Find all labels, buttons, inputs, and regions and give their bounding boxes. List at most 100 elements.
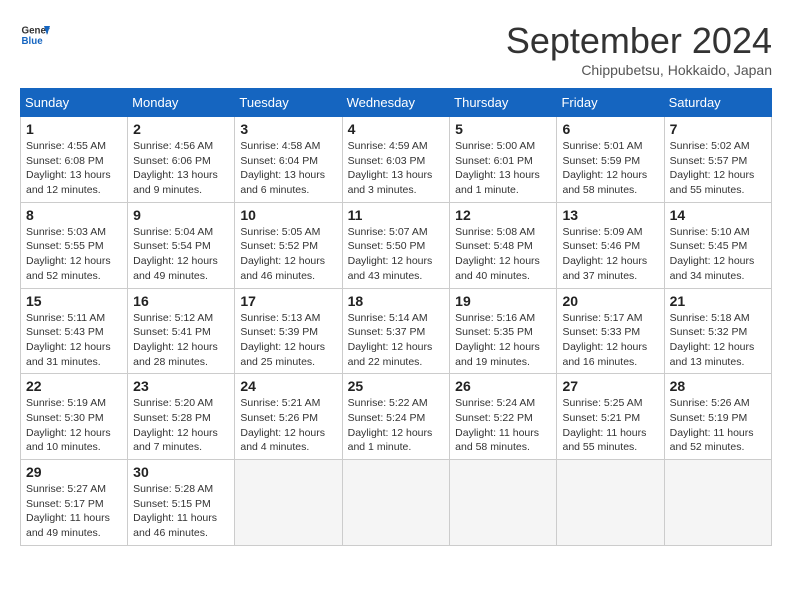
day-number: 24	[240, 378, 336, 394]
calendar-cell: 4 Sunrise: 4:59 AM Sunset: 6:03 PM Daylig…	[342, 117, 450, 203]
page-header: General Blue September 2024 Chippubetsu,…	[20, 20, 772, 78]
calendar-cell: 2 Sunrise: 4:56 AM Sunset: 6:06 PM Daylig…	[128, 117, 235, 203]
calendar-cell: 22Sunrise: 5:19 AM Sunset: 5:30 PM Dayli…	[21, 374, 128, 460]
calendar-cell: 1Sunrise: 4:55 AM Sunset: 6:08 PM Daylig…	[21, 117, 128, 203]
day-info: Sunrise: 4:55 AM Sunset: 6:08 PM Dayligh…	[26, 139, 122, 198]
day-info: Sunrise: 5:04 AM Sunset: 5:54 PM Dayligh…	[133, 225, 229, 284]
day-info: Sunrise: 4:59 AM Sunset: 6:03 PM Dayligh…	[348, 139, 445, 198]
day-number: 19	[455, 293, 551, 309]
calendar-cell: 3 Sunrise: 4:58 AM Sunset: 6:04 PM Daylig…	[235, 117, 342, 203]
title-area: September 2024 Chippubetsu, Hokkaido, Ja…	[506, 20, 772, 78]
day-number: 28	[670, 378, 766, 394]
day-number: 7	[670, 121, 766, 137]
day-number: 3	[240, 121, 336, 137]
day-info: Sunrise: 5:10 AM Sunset: 5:45 PM Dayligh…	[670, 225, 766, 284]
day-number: 16	[133, 293, 229, 309]
calendar-cell: 25Sunrise: 5:22 AM Sunset: 5:24 PM Dayli…	[342, 374, 450, 460]
calendar-cell: 28Sunrise: 5:26 AM Sunset: 5:19 PM Dayli…	[664, 374, 771, 460]
day-info: Sunrise: 5:07 AM Sunset: 5:50 PM Dayligh…	[348, 225, 445, 284]
day-info: Sunrise: 5:27 AM Sunset: 5:17 PM Dayligh…	[26, 482, 122, 541]
day-number: 13	[562, 207, 658, 223]
day-info: Sunrise: 5:25 AM Sunset: 5:21 PM Dayligh…	[562, 396, 658, 455]
day-info: Sunrise: 5:08 AM Sunset: 5:48 PM Dayligh…	[455, 225, 551, 284]
calendar-cell: 16 Sunrise: 5:12 AM Sunset: 5:41 PM Dayli…	[128, 288, 235, 374]
day-number: 17	[240, 293, 336, 309]
day-info: Sunrise: 5:00 AM Sunset: 6:01 PM Dayligh…	[455, 139, 551, 198]
calendar-cell: 14 Sunrise: 5:10 AM Sunset: 5:45 PM Dayli…	[664, 202, 771, 288]
day-info: Sunrise: 5:19 AM Sunset: 5:30 PM Dayligh…	[26, 396, 122, 455]
day-number: 10	[240, 207, 336, 223]
day-info: Sunrise: 5:21 AM Sunset: 5:26 PM Dayligh…	[240, 396, 336, 455]
calendar-week-row: 15 Sunrise: 5:11 AM Sunset: 5:43 PM Dayli…	[21, 288, 772, 374]
day-info: Sunrise: 5:17 AM Sunset: 5:33 PM Dayligh…	[562, 311, 658, 370]
day-info: Sunrise: 5:22 AM Sunset: 5:24 PM Dayligh…	[348, 396, 445, 455]
day-number: 18	[348, 293, 445, 309]
calendar-week-row: 29 Sunrise: 5:27 AM Sunset: 5:17 PM Dayli…	[21, 460, 772, 546]
day-info: Sunrise: 5:20 AM Sunset: 5:28 PM Dayligh…	[133, 396, 229, 455]
day-info: Sunrise: 5:01 AM Sunset: 5:59 PM Dayligh…	[562, 139, 658, 198]
calendar-week-row: 22Sunrise: 5:19 AM Sunset: 5:30 PM Dayli…	[21, 374, 772, 460]
calendar-cell: 10Sunrise: 5:05 AM Sunset: 5:52 PM Dayli…	[235, 202, 342, 288]
calendar-cell: 19 Sunrise: 5:16 AM Sunset: 5:35 PM Dayli…	[450, 288, 557, 374]
weekday-header: Tuesday	[235, 89, 342, 117]
day-info: Sunrise: 5:18 AM Sunset: 5:32 PM Dayligh…	[670, 311, 766, 370]
calendar-cell	[664, 460, 771, 546]
day-number: 23	[133, 378, 229, 394]
weekday-header: Saturday	[664, 89, 771, 117]
day-number: 11	[348, 207, 445, 223]
calendar-cell: 17 Sunrise: 5:13 AM Sunset: 5:39 PM Dayli…	[235, 288, 342, 374]
day-info: Sunrise: 4:58 AM Sunset: 6:04 PM Dayligh…	[240, 139, 336, 198]
day-info: Sunrise: 5:02 AM Sunset: 5:57 PM Dayligh…	[670, 139, 766, 198]
calendar-cell: 9Sunrise: 5:04 AM Sunset: 5:54 PM Daylig…	[128, 202, 235, 288]
weekday-header: Wednesday	[342, 89, 450, 117]
logo: General Blue	[20, 20, 50, 50]
calendar-cell	[557, 460, 664, 546]
weekday-header: Friday	[557, 89, 664, 117]
day-number: 15	[26, 293, 122, 309]
day-info: Sunrise: 5:14 AM Sunset: 5:37 PM Dayligh…	[348, 311, 445, 370]
calendar-week-row: 8 Sunrise: 5:03 AM Sunset: 5:55 PM Daylig…	[21, 202, 772, 288]
logo-icon: General Blue	[20, 20, 50, 50]
calendar-cell: 26 Sunrise: 5:24 AM Sunset: 5:22 PM Dayli…	[450, 374, 557, 460]
calendar-cell: 29 Sunrise: 5:27 AM Sunset: 5:17 PM Dayli…	[21, 460, 128, 546]
calendar-table: SundayMondayTuesdayWednesdayThursdayFrid…	[20, 88, 772, 546]
calendar-cell	[342, 460, 450, 546]
day-info: Sunrise: 4:56 AM Sunset: 6:06 PM Dayligh…	[133, 139, 229, 198]
day-info: Sunrise: 5:24 AM Sunset: 5:22 PM Dayligh…	[455, 396, 551, 455]
day-number: 6	[562, 121, 658, 137]
day-number: 30	[133, 464, 229, 480]
day-number: 8	[26, 207, 122, 223]
day-number: 12	[455, 207, 551, 223]
calendar-cell: 21Sunrise: 5:18 AM Sunset: 5:32 PM Dayli…	[664, 288, 771, 374]
calendar-cell: 12 Sunrise: 5:08 AM Sunset: 5:48 PM Dayli…	[450, 202, 557, 288]
day-info: Sunrise: 5:03 AM Sunset: 5:55 PM Dayligh…	[26, 225, 122, 284]
day-info: Sunrise: 5:09 AM Sunset: 5:46 PM Dayligh…	[562, 225, 658, 284]
calendar-cell	[450, 460, 557, 546]
calendar-cell: 27Sunrise: 5:25 AM Sunset: 5:21 PM Dayli…	[557, 374, 664, 460]
day-number: 14	[670, 207, 766, 223]
day-info: Sunrise: 5:13 AM Sunset: 5:39 PM Dayligh…	[240, 311, 336, 370]
svg-text:Blue: Blue	[22, 36, 44, 47]
calendar-week-row: 1Sunrise: 4:55 AM Sunset: 6:08 PM Daylig…	[21, 117, 772, 203]
calendar-cell: 23 Sunrise: 5:20 AM Sunset: 5:28 PM Dayli…	[128, 374, 235, 460]
calendar-cell: 8 Sunrise: 5:03 AM Sunset: 5:55 PM Daylig…	[21, 202, 128, 288]
weekday-header: Monday	[128, 89, 235, 117]
calendar-cell: 18 Sunrise: 5:14 AM Sunset: 5:37 PM Dayli…	[342, 288, 450, 374]
calendar-cell: 5Sunrise: 5:00 AM Sunset: 6:01 PM Daylig…	[450, 117, 557, 203]
day-number: 2	[133, 121, 229, 137]
day-number: 4	[348, 121, 445, 137]
day-info: Sunrise: 5:12 AM Sunset: 5:41 PM Dayligh…	[133, 311, 229, 370]
calendar-cell: 24 Sunrise: 5:21 AM Sunset: 5:26 PM Dayli…	[235, 374, 342, 460]
calendar-cell: 13 Sunrise: 5:09 AM Sunset: 5:46 PM Dayli…	[557, 202, 664, 288]
day-info: Sunrise: 5:16 AM Sunset: 5:35 PM Dayligh…	[455, 311, 551, 370]
day-info: Sunrise: 5:11 AM Sunset: 5:43 PM Dayligh…	[26, 311, 122, 370]
month-title: September 2024	[506, 20, 772, 62]
day-number: 26	[455, 378, 551, 394]
weekday-header: Sunday	[21, 89, 128, 117]
weekday-header-row: SundayMondayTuesdayWednesdayThursdayFrid…	[21, 89, 772, 117]
weekday-header: Thursday	[450, 89, 557, 117]
day-number: 29	[26, 464, 122, 480]
calendar-cell: 7 Sunrise: 5:02 AM Sunset: 5:57 PM Daylig…	[664, 117, 771, 203]
location-subtitle: Chippubetsu, Hokkaido, Japan	[506, 62, 772, 78]
calendar-cell: 30Sunrise: 5:28 AM Sunset: 5:15 PM Dayli…	[128, 460, 235, 546]
